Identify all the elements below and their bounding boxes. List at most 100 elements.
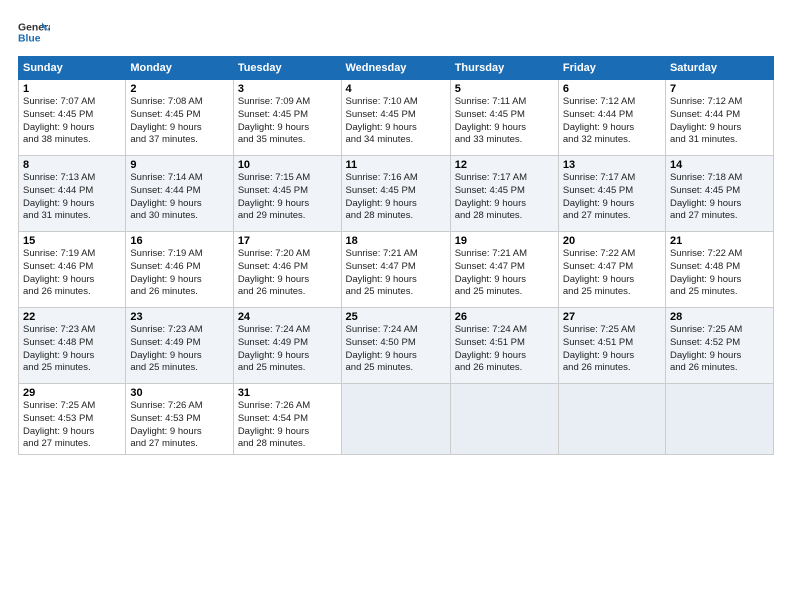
day-number: 23 [130,311,228,323]
day-number: 3 [238,83,337,95]
day-info: Sunrise: 7:10 AM Sunset: 4:45 PM Dayligh… [346,96,446,147]
day-info: Sunrise: 7:24 AM Sunset: 4:51 PM Dayligh… [455,324,554,375]
day-number: 21 [670,235,769,247]
calendar-cell: 1Sunrise: 7:07 AM Sunset: 4:45 PM Daylig… [19,80,126,156]
day-number: 26 [455,311,554,323]
day-info: Sunrise: 7:24 AM Sunset: 4:49 PM Dayligh… [238,324,337,375]
day-info: Sunrise: 7:08 AM Sunset: 4:45 PM Dayligh… [130,96,228,147]
calendar-cell: 10Sunrise: 7:15 AM Sunset: 4:45 PM Dayli… [233,156,341,232]
calendar-cell: 29Sunrise: 7:25 AM Sunset: 4:53 PM Dayli… [19,384,126,455]
calendar-cell: 15Sunrise: 7:19 AM Sunset: 4:46 PM Dayli… [19,232,126,308]
logo-icon: General Blue [18,16,50,48]
calendar-cell: 27Sunrise: 7:25 AM Sunset: 4:51 PM Dayli… [558,308,665,384]
day-number: 22 [23,311,121,323]
day-number: 28 [670,311,769,323]
calendar-cell: 14Sunrise: 7:18 AM Sunset: 4:45 PM Dayli… [665,156,773,232]
calendar-cell: 2Sunrise: 7:08 AM Sunset: 4:45 PM Daylig… [126,80,233,156]
calendar-cell: 13Sunrise: 7:17 AM Sunset: 4:45 PM Dayli… [558,156,665,232]
calendar-cell: 11Sunrise: 7:16 AM Sunset: 4:45 PM Dayli… [341,156,450,232]
day-info: Sunrise: 7:20 AM Sunset: 4:46 PM Dayligh… [238,248,337,299]
svg-text:Blue: Blue [18,34,41,45]
day-number: 18 [346,235,446,247]
day-info: Sunrise: 7:24 AM Sunset: 4:50 PM Dayligh… [346,324,446,375]
day-number: 6 [563,83,661,95]
day-number: 29 [23,387,121,399]
calendar-cell: 6Sunrise: 7:12 AM Sunset: 4:44 PM Daylig… [558,80,665,156]
day-number: 31 [238,387,337,399]
day-info: Sunrise: 7:23 AM Sunset: 4:48 PM Dayligh… [23,324,121,375]
day-number: 14 [670,159,769,171]
calendar-cell: 5Sunrise: 7:11 AM Sunset: 4:45 PM Daylig… [450,80,558,156]
calendar-cell: 20Sunrise: 7:22 AM Sunset: 4:47 PM Dayli… [558,232,665,308]
day-info: Sunrise: 7:12 AM Sunset: 4:44 PM Dayligh… [563,96,661,147]
calendar-cell [450,384,558,455]
day-info: Sunrise: 7:25 AM Sunset: 4:53 PM Dayligh… [23,400,121,451]
day-info: Sunrise: 7:21 AM Sunset: 4:47 PM Dayligh… [346,248,446,299]
header: General Blue [18,16,774,48]
col-header-tuesday: Tuesday [233,57,341,80]
day-number: 16 [130,235,228,247]
logo: General Blue [18,16,50,48]
day-info: Sunrise: 7:23 AM Sunset: 4:49 PM Dayligh… [130,324,228,375]
calendar-table: SundayMondayTuesdayWednesdayThursdayFrid… [18,56,774,455]
day-info: Sunrise: 7:14 AM Sunset: 4:44 PM Dayligh… [130,172,228,223]
calendar-cell: 18Sunrise: 7:21 AM Sunset: 4:47 PM Dayli… [341,232,450,308]
calendar-cell: 24Sunrise: 7:24 AM Sunset: 4:49 PM Dayli… [233,308,341,384]
calendar-cell [665,384,773,455]
day-number: 2 [130,83,228,95]
calendar-cell: 30Sunrise: 7:26 AM Sunset: 4:53 PM Dayli… [126,384,233,455]
day-info: Sunrise: 7:07 AM Sunset: 4:45 PM Dayligh… [23,96,121,147]
page: General Blue SundayMondayTuesdayWednesda… [0,0,792,612]
col-header-thursday: Thursday [450,57,558,80]
day-info: Sunrise: 7:22 AM Sunset: 4:48 PM Dayligh… [670,248,769,299]
day-number: 5 [455,83,554,95]
calendar-cell: 28Sunrise: 7:25 AM Sunset: 4:52 PM Dayli… [665,308,773,384]
col-header-sunday: Sunday [19,57,126,80]
calendar-cell: 17Sunrise: 7:20 AM Sunset: 4:46 PM Dayli… [233,232,341,308]
day-info: Sunrise: 7:22 AM Sunset: 4:47 PM Dayligh… [563,248,661,299]
day-number: 11 [346,159,446,171]
day-number: 25 [346,311,446,323]
day-number: 10 [238,159,337,171]
calendar-cell: 31Sunrise: 7:26 AM Sunset: 4:54 PM Dayli… [233,384,341,455]
calendar-cell: 12Sunrise: 7:17 AM Sunset: 4:45 PM Dayli… [450,156,558,232]
day-info: Sunrise: 7:17 AM Sunset: 4:45 PM Dayligh… [455,172,554,223]
calendar-cell: 19Sunrise: 7:21 AM Sunset: 4:47 PM Dayli… [450,232,558,308]
calendar-cell: 9Sunrise: 7:14 AM Sunset: 4:44 PM Daylig… [126,156,233,232]
day-info: Sunrise: 7:15 AM Sunset: 4:45 PM Dayligh… [238,172,337,223]
day-number: 7 [670,83,769,95]
day-info: Sunrise: 7:26 AM Sunset: 4:53 PM Dayligh… [130,400,228,451]
day-info: Sunrise: 7:12 AM Sunset: 4:44 PM Dayligh… [670,96,769,147]
calendar-cell: 4Sunrise: 7:10 AM Sunset: 4:45 PM Daylig… [341,80,450,156]
day-number: 17 [238,235,337,247]
calendar-cell: 16Sunrise: 7:19 AM Sunset: 4:46 PM Dayli… [126,232,233,308]
calendar-cell: 22Sunrise: 7:23 AM Sunset: 4:48 PM Dayli… [19,308,126,384]
day-info: Sunrise: 7:09 AM Sunset: 4:45 PM Dayligh… [238,96,337,147]
calendar-cell [341,384,450,455]
day-info: Sunrise: 7:19 AM Sunset: 4:46 PM Dayligh… [130,248,228,299]
day-info: Sunrise: 7:26 AM Sunset: 4:54 PM Dayligh… [238,400,337,451]
col-header-monday: Monday [126,57,233,80]
day-info: Sunrise: 7:16 AM Sunset: 4:45 PM Dayligh… [346,172,446,223]
day-info: Sunrise: 7:25 AM Sunset: 4:51 PM Dayligh… [563,324,661,375]
day-info: Sunrise: 7:19 AM Sunset: 4:46 PM Dayligh… [23,248,121,299]
day-number: 4 [346,83,446,95]
day-info: Sunrise: 7:13 AM Sunset: 4:44 PM Dayligh… [23,172,121,223]
calendar-cell: 8Sunrise: 7:13 AM Sunset: 4:44 PM Daylig… [19,156,126,232]
calendar-cell: 23Sunrise: 7:23 AM Sunset: 4:49 PM Dayli… [126,308,233,384]
day-info: Sunrise: 7:21 AM Sunset: 4:47 PM Dayligh… [455,248,554,299]
day-number: 20 [563,235,661,247]
calendar-cell: 25Sunrise: 7:24 AM Sunset: 4:50 PM Dayli… [341,308,450,384]
day-number: 30 [130,387,228,399]
day-info: Sunrise: 7:18 AM Sunset: 4:45 PM Dayligh… [670,172,769,223]
col-header-friday: Friday [558,57,665,80]
day-info: Sunrise: 7:11 AM Sunset: 4:45 PM Dayligh… [455,96,554,147]
day-number: 24 [238,311,337,323]
calendar-cell [558,384,665,455]
day-number: 15 [23,235,121,247]
col-header-wednesday: Wednesday [341,57,450,80]
col-header-saturday: Saturday [665,57,773,80]
day-number: 19 [455,235,554,247]
calendar-cell: 7Sunrise: 7:12 AM Sunset: 4:44 PM Daylig… [665,80,773,156]
day-info: Sunrise: 7:25 AM Sunset: 4:52 PM Dayligh… [670,324,769,375]
